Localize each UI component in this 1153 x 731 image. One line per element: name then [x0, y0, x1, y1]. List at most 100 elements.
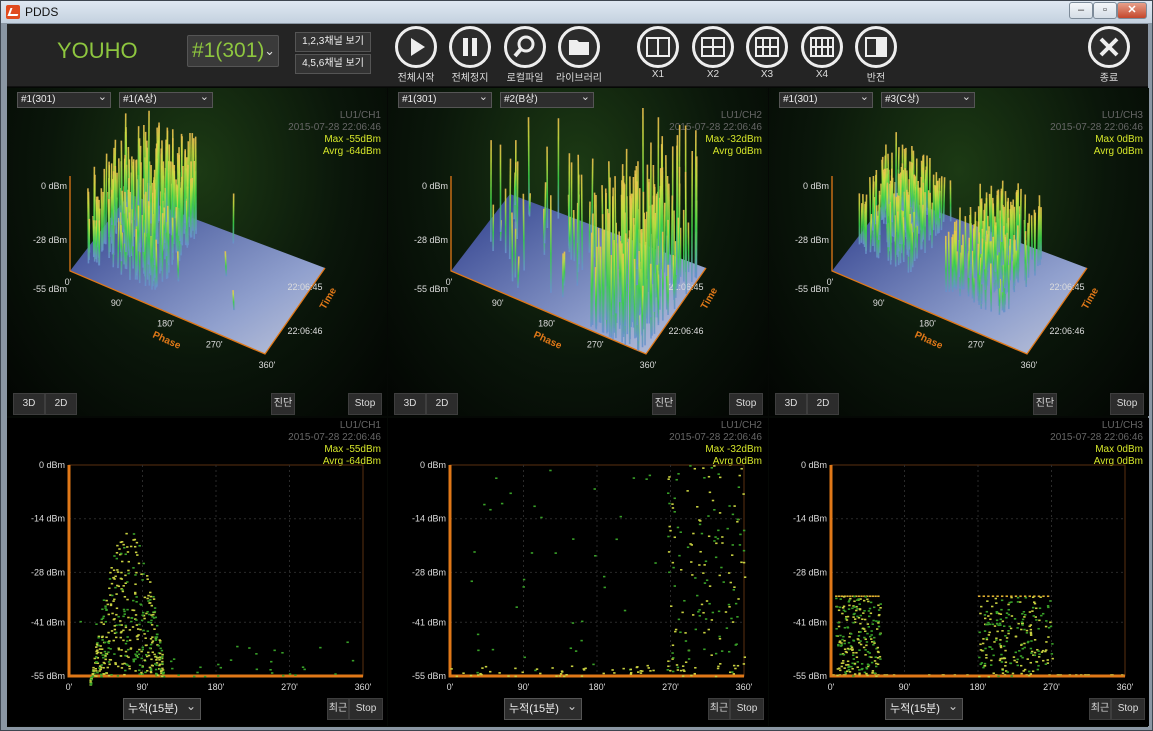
accumulation-mode-select[interactable]: 누적(15분)	[885, 696, 963, 720]
view-channels-123-button[interactable]: 1,2,3채널 보기	[295, 32, 371, 52]
data-point	[1014, 635, 1018, 638]
data-point	[1005, 595, 1008, 598]
spike	[618, 231, 621, 303]
data-point	[740, 561, 743, 564]
spike	[517, 256, 520, 288]
data-point	[124, 624, 128, 627]
minimize-button[interactable]: –	[1069, 2, 1093, 19]
view-2d-button[interactable]: 2D	[426, 393, 458, 415]
unit-select[interactable]: #1(301) ⌄	[187, 35, 279, 67]
invert-button[interactable]: 반전	[846, 26, 906, 84]
data-point	[1021, 613, 1024, 615]
data-point	[667, 551, 671, 553]
data-point	[102, 667, 105, 669]
view-3d-button[interactable]: 3D	[13, 393, 45, 415]
data-point	[129, 545, 133, 548]
data-point	[846, 626, 850, 629]
view-channels-456-button[interactable]: 4,5,6채널 보기	[295, 54, 371, 74]
recent-button[interactable]: 최근	[327, 698, 349, 720]
data-point	[149, 602, 152, 604]
stop-button[interactable]: Stop	[349, 698, 383, 720]
recent-button[interactable]: 최근	[1089, 698, 1111, 720]
z-tick-label: 0 dBm	[41, 181, 67, 191]
data-point	[131, 609, 134, 611]
data-point	[731, 671, 734, 673]
diagnose-button[interactable]: 진단	[1033, 393, 1057, 415]
accumulation-mode-select[interactable]: 누적(15분)	[504, 696, 582, 720]
diagnose-button[interactable]: 진단	[271, 393, 295, 415]
view-2d-button[interactable]: 2D	[45, 393, 77, 415]
data-point	[703, 648, 706, 651]
diagnose-button[interactable]: 진단	[652, 393, 676, 415]
data-point	[979, 612, 982, 615]
data-point	[141, 673, 144, 676]
y-tick-label: -55 dBm	[793, 671, 827, 681]
data-point	[672, 566, 675, 569]
data-point	[122, 615, 125, 618]
data-point	[133, 545, 137, 548]
library-button[interactable]: 라이브러리	[549, 26, 609, 84]
stop-button[interactable]: Stop	[348, 393, 382, 415]
data-point	[1121, 674, 1124, 676]
stop-button[interactable]: Stop	[1110, 393, 1144, 415]
data-point	[851, 649, 854, 652]
data-point	[1019, 664, 1023, 667]
data-point	[1000, 661, 1004, 663]
view-3d-button[interactable]: 3D	[394, 393, 426, 415]
data-point	[90, 682, 93, 685]
data-point	[1035, 607, 1038, 610]
view-3d-button[interactable]: 3D	[775, 393, 807, 415]
data-point	[1024, 596, 1028, 599]
stop-button[interactable]: Stop	[1111, 698, 1145, 720]
data-point	[135, 571, 138, 574]
data-point	[671, 670, 675, 673]
data-point	[1022, 610, 1026, 613]
data-point	[481, 667, 484, 669]
data-point	[991, 595, 995, 598]
data-point	[101, 639, 104, 641]
data-point	[123, 613, 126, 615]
data-point	[137, 634, 140, 636]
close-window-button[interactable]: ✕	[1117, 2, 1147, 19]
data-point	[135, 655, 138, 657]
data-point	[878, 613, 881, 616]
data-point	[708, 585, 712, 587]
x-tick-label: 90'	[111, 298, 123, 308]
close-icon	[1099, 37, 1119, 57]
view-2d-button[interactable]: 2D	[807, 393, 839, 415]
data-point	[150, 624, 154, 626]
data-point	[136, 656, 140, 659]
data-point	[742, 493, 745, 495]
data-point	[1002, 625, 1006, 628]
data-point	[733, 505, 736, 507]
unit-select-value: #1(301)	[192, 39, 265, 62]
data-point	[1025, 629, 1029, 632]
data-point	[732, 589, 736, 591]
app-window: PDDS – ▫ ✕ YOUHO #1(301) ⌄ 1,2,3채널 보기 4,5…	[0, 0, 1153, 731]
data-point	[875, 628, 879, 630]
data-point	[170, 660, 173, 663]
data-point	[152, 598, 156, 600]
recent-button[interactable]: 최근	[708, 698, 730, 720]
exit-button[interactable]: 종료	[1079, 26, 1139, 84]
data-point	[563, 675, 566, 678]
data-point	[866, 674, 869, 677]
x-tick-label: 180'	[157, 319, 174, 329]
accumulation-mode-select[interactable]: 누적(15분)	[123, 696, 201, 720]
data-point	[863, 599, 866, 602]
brand-label: YOUHO	[57, 38, 138, 63]
data-point	[835, 627, 838, 630]
spike	[100, 188, 103, 252]
stop-button[interactable]: Stop	[729, 393, 763, 415]
spike	[631, 218, 635, 323]
data-point	[883, 674, 886, 676]
data-point	[839, 598, 842, 600]
data-point	[641, 670, 644, 672]
data-point	[686, 490, 689, 492]
maximize-button[interactable]: ▫	[1093, 2, 1117, 19]
spike	[572, 209, 576, 262]
spike	[894, 215, 897, 267]
data-point	[998, 622, 1002, 625]
data-point	[878, 655, 882, 658]
stop-button[interactable]: Stop	[730, 698, 764, 720]
